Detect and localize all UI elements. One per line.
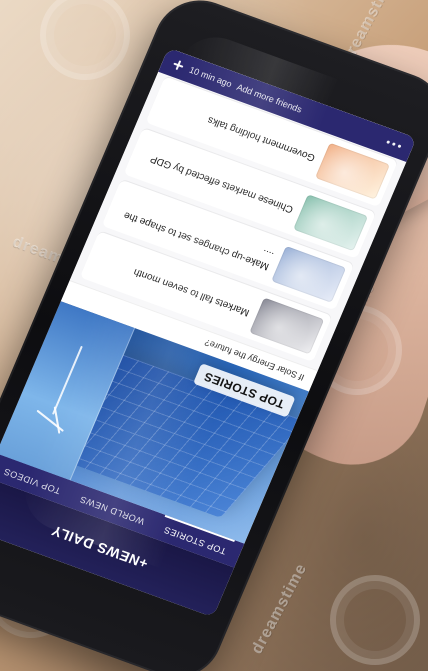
turbine-icon — [52, 345, 83, 415]
article-thumbnail — [293, 194, 369, 252]
article-thumbnail — [271, 245, 347, 303]
more-dot-icon — [386, 140, 391, 144]
more-dot-icon — [391, 142, 396, 147]
article-thumbnail — [249, 297, 325, 355]
more-icon[interactable] — [385, 137, 404, 152]
more-dot-icon — [397, 144, 402, 149]
watermark-circle — [330, 575, 420, 665]
plus-icon[interactable] — [170, 58, 186, 73]
photo-scene: dreamstime dreamstime dreamstime dreamst… — [0, 0, 428, 671]
watermark-text: dreamstime — [248, 560, 311, 657]
watermark-circle — [40, 0, 130, 80]
